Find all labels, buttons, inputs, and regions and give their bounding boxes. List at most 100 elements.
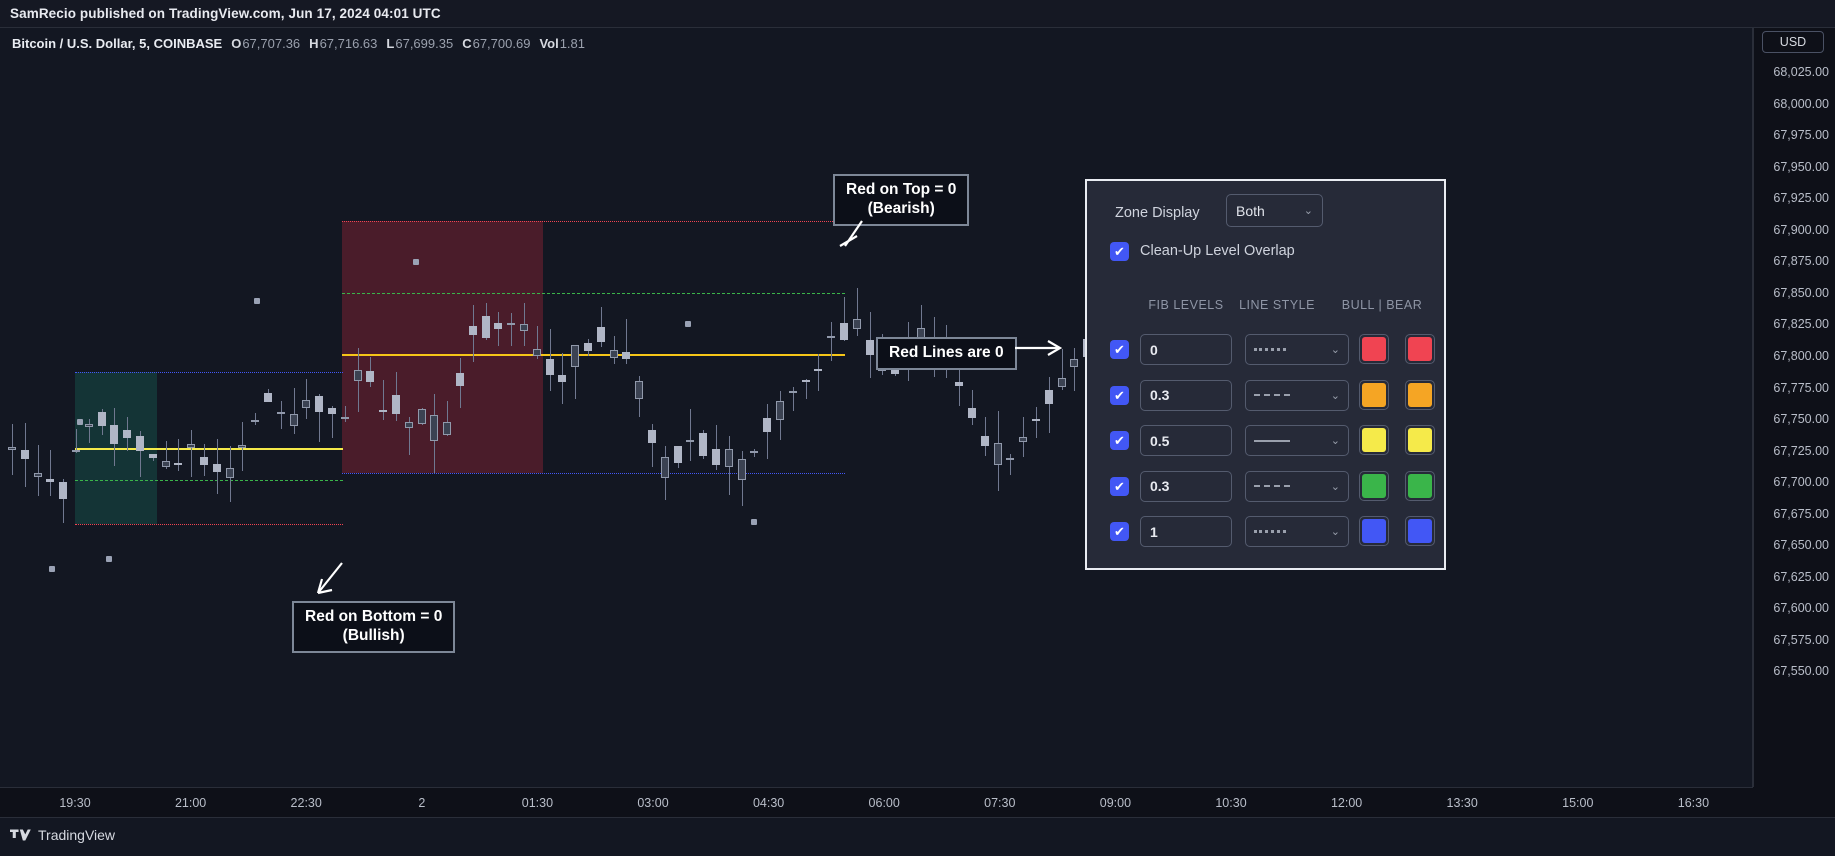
time-axis-label: 07:30 <box>984 796 1016 810</box>
fib-row-1-bear-color-swatch[interactable] <box>1405 379 1435 410</box>
check-icon: ✔ <box>1114 524 1125 539</box>
time-axis-label: 21:00 <box>174 796 207 810</box>
fib-row-1-level-input[interactable]: 0.3 <box>1140 379 1232 411</box>
price-axis-label: 68,025.00 <box>1773 65 1829 79</box>
line-style-solid-icon <box>1254 439 1331 442</box>
chevron-down-icon: ⌄ <box>1330 389 1340 402</box>
fib-row-3-level-input[interactable]: 0.3 <box>1140 470 1232 502</box>
time-axis-label: 09:00 <box>1099 796 1132 810</box>
swatch-fill <box>1408 428 1432 452</box>
time-axis-label: 15:00 <box>1562 796 1594 810</box>
annotation-arrows <box>316 220 1063 595</box>
fib-row-2-bull-color-swatch[interactable] <box>1359 425 1389 455</box>
time-axis-label: 04:30 <box>752 796 785 810</box>
fib-row-4-level-input[interactable]: 1 <box>1140 516 1232 547</box>
zone-display-value: Both <box>1236 202 1265 219</box>
price-axis-label: 67,650.00 <box>1773 538 1829 553</box>
price-axis-label: 67,775.00 <box>1773 380 1829 395</box>
time-axis-label: 16:30 <box>1677 796 1710 810</box>
line-style-dotted-icon <box>1254 348 1331 351</box>
price-axis-label: 67,825.00 <box>1773 317 1829 332</box>
check-icon: ✔ <box>1114 433 1125 448</box>
tradingview-chart-screenshot: SamRecio published on TradingView.com, J… <box>0 0 1835 856</box>
bottom-bar: TradingView <box>0 817 1835 856</box>
swatch-fill <box>1362 428 1386 452</box>
zone-display-select[interactable]: Both ⌄ <box>1226 194 1323 227</box>
fib-row-4-line-style-select[interactable]: ⌄ <box>1245 516 1349 547</box>
swatch-fill <box>1408 382 1432 407</box>
price-axis-label: 68,000.00 <box>1773 96 1829 111</box>
tradingview-mark-icon <box>10 829 31 841</box>
time-axis-label: 13:30 <box>1446 796 1478 810</box>
fib-row-0-enable-checkbox[interactable]: ✔ <box>1110 340 1129 359</box>
swatch-fill <box>1362 382 1386 407</box>
price-axis-label: 67,675.00 <box>1773 506 1829 521</box>
fib-row-4-bull-color-swatch[interactable] <box>1359 516 1389 546</box>
price-axis-label: 67,875.00 <box>1773 254 1829 269</box>
swatch-fill <box>1362 519 1386 543</box>
fib-row-2-level-input[interactable]: 0.5 <box>1140 425 1232 456</box>
brand-label: TradingView <box>38 827 116 843</box>
chevron-down-icon: ⌄ <box>1330 526 1340 538</box>
publisher-bar: SamRecio published on TradingView.com, J… <box>0 0 1835 27</box>
swatch-fill <box>1362 337 1386 361</box>
chart-canvas[interactable]: Bitcoin / U.S. Dollar, 5, COINBASE O67,70… <box>0 27 1753 787</box>
price-scale[interactable]: USD 68,025.00 68,000.00 67,975.00 67,950.00… <box>1753 27 1835 787</box>
time-axis-label: 03:00 <box>637 796 669 810</box>
chevron-down-icon: ⌄ <box>1330 344 1340 356</box>
price-axis-label: 67,950.00 <box>1773 159 1829 174</box>
fib-row-1-enable-checkbox[interactable]: ✔ <box>1110 385 1129 405</box>
cleanup-overlap-checkbox[interactable]: ✔ <box>1110 242 1129 261</box>
swatch-fill <box>1362 473 1386 498</box>
indicator-settings-panel[interactable]: Zone Display Both ⌄ ✔ Clean-Up Level Ove… <box>1085 179 1446 570</box>
line-style-dashed-icon <box>1254 394 1331 396</box>
currency-chip[interactable]: USD <box>1762 31 1824 53</box>
time-axis-label: 01:30 <box>521 796 554 810</box>
fib-row-0-line-style-select[interactable]: ⌄ <box>1245 334 1349 365</box>
check-icon: ✔ <box>1114 244 1125 259</box>
fib-row-0-bear-color-swatch[interactable] <box>1405 334 1435 364</box>
line-style-dotted-icon <box>1254 530 1331 533</box>
fib-row-4-enable-checkbox[interactable]: ✔ <box>1110 522 1129 541</box>
fib-row-2-bear-color-swatch[interactable] <box>1405 425 1435 455</box>
line-style-dashed-icon <box>1254 485 1331 487</box>
fib-row-1-line-style-select[interactable]: ⌄ <box>1245 379 1349 411</box>
fib-row-3-bull-color-swatch[interactable] <box>1359 470 1389 501</box>
price-axis-label: 67,925.00 <box>1773 191 1829 206</box>
price-axis-label: 67,625.00 <box>1773 569 1829 584</box>
price-axis-label: 67,900.00 <box>1773 222 1829 237</box>
zone-display-label: Zone Display <box>1115 205 1200 221</box>
tradingview-logo[interactable]: TradingView <box>10 827 115 843</box>
swatch-fill <box>1408 337 1432 361</box>
chevron-down-icon: ⌄ <box>1330 480 1340 493</box>
fib-row-0-level-input[interactable]: 0 <box>1140 334 1232 365</box>
fib-row-2-line-style-select[interactable]: ⌄ <box>1245 425 1349 456</box>
fib-row-3-line-style-select[interactable]: ⌄ <box>1245 470 1349 502</box>
price-axis-label: 67,975.00 <box>1773 128 1829 143</box>
column-header-line-style: LINE STYLE <box>1239 298 1315 312</box>
fib-row-3-bear-color-swatch[interactable] <box>1405 470 1435 501</box>
fib-row-2-enable-checkbox[interactable]: ✔ <box>1110 431 1129 450</box>
cleanup-overlap-label: Clean-Up Level Overlap <box>1140 243 1295 259</box>
time-axis-label: 22:30 <box>290 796 322 810</box>
time-axis-label: 10:30 <box>1215 796 1247 810</box>
fib-row-0-bull-color-swatch[interactable] <box>1359 334 1389 364</box>
check-icon: ✔ <box>1114 342 1125 357</box>
price-axis-label: 67,800.00 <box>1773 348 1829 363</box>
time-axis-label: 19:30 <box>59 796 91 810</box>
fib-row-1-bull-color-swatch[interactable] <box>1359 379 1389 410</box>
price-axis-label: 67,850.00 <box>1773 285 1829 300</box>
fib-row-4-bear-color-swatch[interactable] <box>1405 516 1435 546</box>
chevron-down-icon: ⌄ <box>1330 435 1340 447</box>
time-scale[interactable]: 19:30 21:00 22:30 2 01:30 03:00 04:30 06:00 07:3… <box>0 787 1753 817</box>
price-axis-label: 67,575.00 <box>1773 632 1829 647</box>
check-icon: ✔ <box>1114 387 1125 403</box>
price-axis-label: 67,725.00 <box>1773 443 1829 458</box>
fib-row-3-enable-checkbox[interactable]: ✔ <box>1110 476 1129 496</box>
column-header-fib-levels: FIB LEVELS <box>1148 298 1224 312</box>
time-axis-label: 2 <box>418 796 426 810</box>
price-axis-label: 67,600.00 <box>1773 601 1829 616</box>
chevron-down-icon: ⌄ <box>1303 205 1313 217</box>
column-header-bull-bear: BULL | BEAR <box>1341 298 1423 312</box>
time-axis-label: 12:00 <box>1330 796 1363 810</box>
